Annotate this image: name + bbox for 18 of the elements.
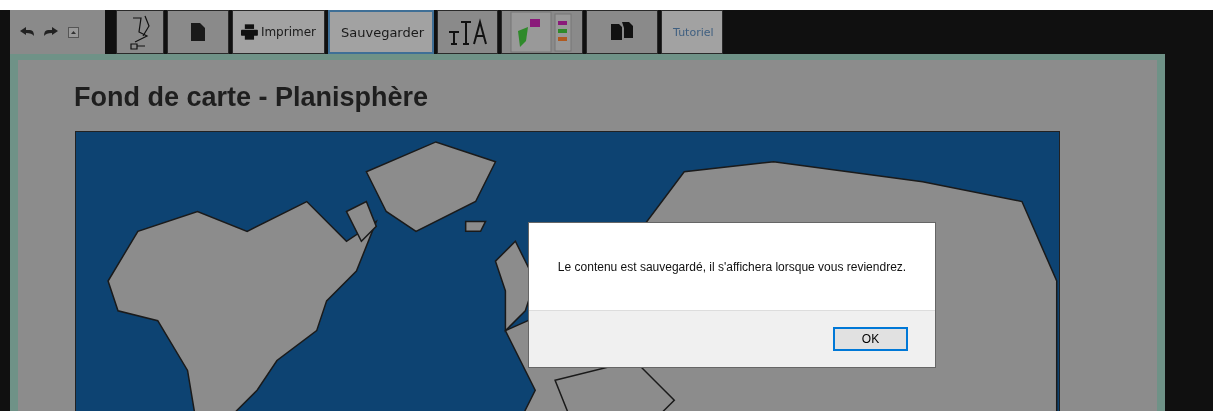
map-legend-icon	[510, 11, 575, 53]
print-button[interactable]: Imprimer	[232, 10, 325, 54]
text-size-button[interactable]	[437, 10, 499, 54]
printer-icon	[241, 22, 258, 42]
copy-button[interactable]	[586, 10, 659, 54]
text-size-icon	[447, 18, 488, 46]
ok-button[interactable]: OK	[833, 327, 908, 351]
save-button[interactable]: Sauvegarder	[328, 10, 435, 54]
new-file-button[interactable]	[167, 10, 229, 54]
redo-icon[interactable]	[44, 27, 58, 37]
undo-icon[interactable]	[20, 27, 34, 37]
map-legend-button[interactable]	[501, 10, 584, 54]
dialog-message: Le contenu est sauvegardé, il s'affichera lorsque vous reviendrez.	[556, 258, 908, 276]
draw-button[interactable]	[116, 10, 164, 54]
file-icon	[191, 23, 205, 41]
page-title: Fond de carte - Planisphère	[74, 82, 430, 113]
copy-icon	[611, 22, 634, 42]
collapse-icon[interactable]	[68, 26, 79, 38]
